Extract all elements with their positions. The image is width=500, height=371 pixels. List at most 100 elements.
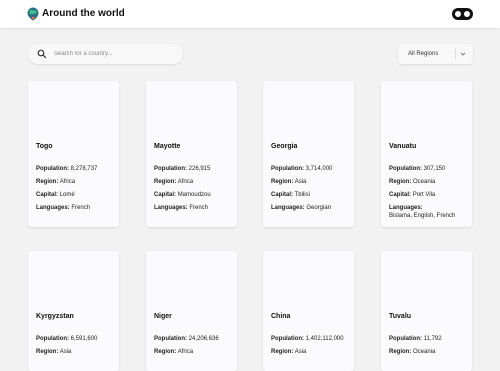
country-name: China [271,313,291,320]
languages-value: Bislama, English, French [389,213,456,219]
region-row: Region: Africa [36,179,75,186]
population-row: Population: 8,278,737 [36,166,97,173]
population-value: 1,402,112,000 [305,336,344,342]
region-label: Region: [271,349,294,355]
population-row: Population: 1,402,112,000 [271,336,344,343]
search-icon [37,49,47,59]
toggle-knob-left [455,11,461,17]
population-value: 226,915 [188,166,211,172]
capital-row: Capital: Mamoudzou [154,192,211,199]
capital-value: Mamoudzou [177,192,211,198]
capital-value: Port Vila [412,192,436,198]
region-label: Region: [36,179,59,185]
population-value: 3,714,000 [305,166,333,172]
country-name: Vanuatu [389,143,417,150]
search-input[interactable] [54,47,174,61]
population-label: Population: [271,336,304,342]
population-label: Population: [36,166,69,172]
capital-label: Capital: [389,192,412,198]
region-filter-select[interactable]: All Regions [398,44,473,64]
capital-row: Capital: Tbilisi [271,192,310,199]
languages-value: Georgian [306,205,332,211]
country-card[interactable]: Vanuatu Population: 307,150 Region: Ocea… [381,81,472,227]
country-card[interactable]: Niger Population: 24,206,636 Region: Afr… [146,251,237,371]
region-label: Region: [154,179,177,185]
languages-label: Languages: [154,205,188,211]
region-value: Africa [177,179,194,185]
capital-label: Capital: [271,192,294,198]
region-label: Region: [36,349,59,355]
population-value: 8,278,737 [70,166,98,172]
country-name: Kyrgyzstan [36,313,74,320]
region-value: Oceania [413,179,436,185]
capital-label: Capital: [154,192,177,198]
region-value: Asia [294,349,307,355]
languages-row: Languages: Georgian [271,205,331,212]
region-label: Region: [389,179,412,185]
select-divider [455,49,456,59]
population-row: Population: 226,915 [154,166,210,173]
region-value: Africa [59,179,76,185]
region-value: Oceania [413,349,436,355]
population-label: Population: [271,166,304,172]
languages-value: French [189,205,209,211]
population-label: Population: [36,336,69,342]
top-header: Around the world [0,0,500,28]
population-row: Population: 6,591,600 [36,336,97,343]
country-card[interactable]: Georgia Population: 3,714,000 Region: As… [263,81,354,227]
region-row: Region: Oceania [389,179,435,186]
population-value: 307,150 [423,166,446,172]
languages-label: Languages: [389,205,423,211]
capital-value: Lomé [59,192,75,198]
languages-label: Languages: [36,205,70,211]
search-box[interactable] [28,44,183,64]
population-value: 6,591,600 [70,336,98,342]
region-row: Region: Asia [36,349,71,356]
population-label: Population: [154,166,187,172]
country-name: Mayotte [154,143,181,150]
languages-value: French [71,205,91,211]
country-name: Niger [154,313,172,320]
region-value: Asia [294,179,307,185]
population-row: Population: 11,792 [389,336,442,343]
country-card[interactable]: Tuvalu Population: 11,792 Region: Oceani… [381,251,472,371]
globe-icon[interactable] [27,7,39,21]
capital-label: Capital: [36,192,59,198]
region-label: Region: [154,349,177,355]
population-row: Population: 307,150 [389,166,445,173]
country-card[interactable]: Mayotte Population: 226,915 Region: Afri… [146,81,237,227]
population-value: 24,206,636 [188,336,219,342]
region-label: Region: [389,349,412,355]
languages-row: Languages: [389,205,423,212]
capital-row: Capital: Port Vila [389,192,435,199]
languages-row: Languages: French [36,205,90,212]
population-label: Population: [389,166,422,172]
country-card[interactable]: Kyrgyzstan Population: 6,591,600 Region:… [28,251,119,371]
region-value: Asia [59,349,72,355]
region-row: Region: Oceania [389,349,435,356]
country-name: Georgia [271,143,298,150]
theme-toggle-icon[interactable] [452,8,473,20]
toggle-knob-right [464,11,470,17]
population-row: Population: 24,206,636 [154,336,219,343]
population-row: Population: 3,714,000 [271,166,332,173]
region-value: Africa [177,349,194,355]
languages-row: Languages: French [154,205,208,212]
region-row: Region: Asia [271,349,306,356]
chevron-down-icon [460,52,466,56]
population-label: Population: [389,336,422,342]
region-label: Region: [271,179,294,185]
region-filter-value: All Regions [408,51,439,57]
region-row: Region: Africa [154,179,193,186]
country-card[interactable]: Togo Population: 8,278,737 Region: Afric… [28,81,119,227]
country-name: Tuvalu [389,313,412,320]
region-row: Region: Africa [154,349,193,356]
country-card[interactable]: China Population: 1,402,112,000 Region: … [263,251,354,371]
country-name: Togo [36,143,53,150]
app-title[interactable]: Around the world [42,8,125,20]
population-label: Population: [154,336,187,342]
capital-value: Tbilisi [294,192,310,198]
population-value: 11,792 [423,336,442,342]
region-row: Region: Asia [271,179,306,186]
capital-row: Capital: Lomé [36,192,75,199]
